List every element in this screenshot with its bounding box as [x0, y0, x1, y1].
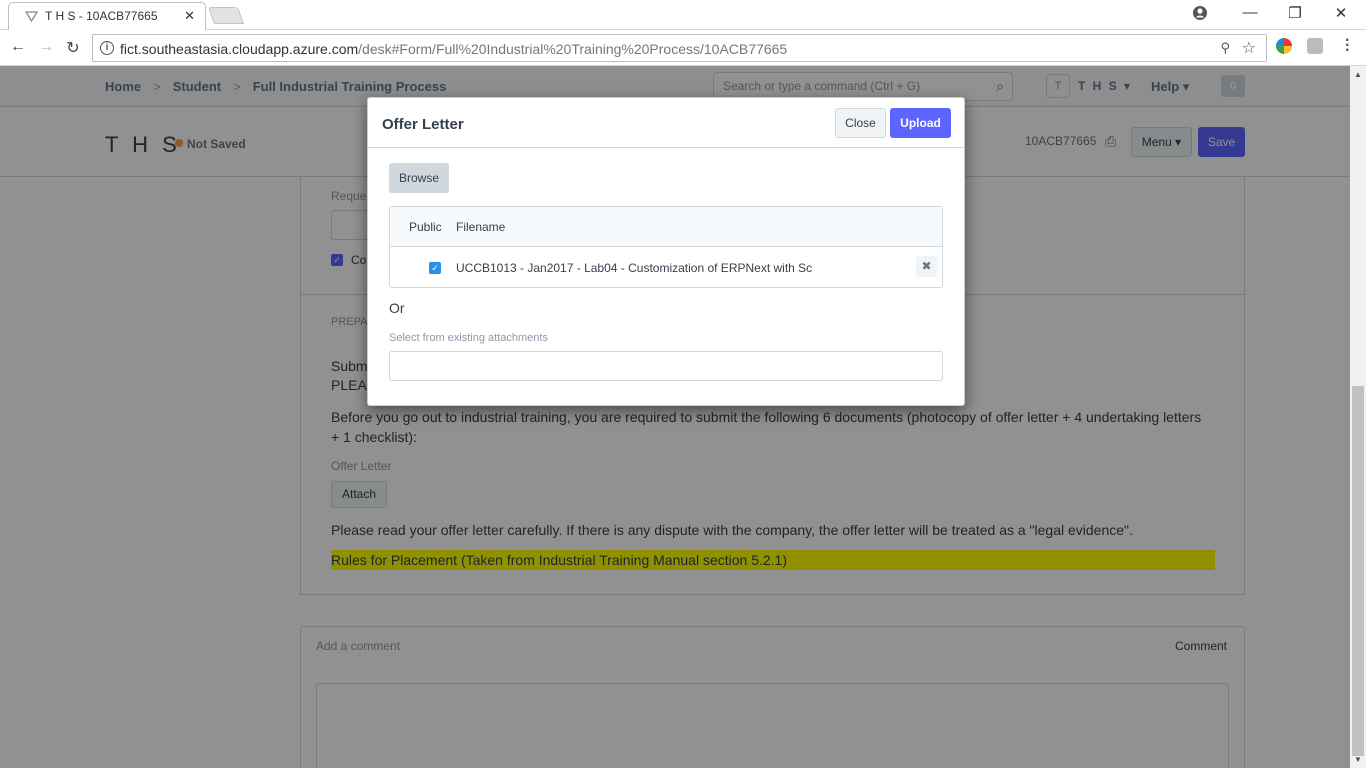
- or-text: Or: [389, 300, 405, 316]
- public-checkbox[interactable]: ✓: [429, 262, 441, 274]
- browser-toolbar: ← → ↻ i fict.southeastasia.cloudapp.azur…: [0, 30, 1366, 66]
- existing-attachments-label: Select from existing attachments: [389, 332, 548, 344]
- restore-icon[interactable]: ❐: [1272, 4, 1318, 22]
- scrollbar-thumb[interactable]: [1352, 386, 1364, 756]
- extension-icon[interactable]: [1276, 38, 1292, 54]
- column-public: Public: [409, 220, 442, 234]
- table-header: Public Filename: [390, 207, 942, 247]
- address-field[interactable]: i fict.southeastasia.cloudapp.azure.com/…: [92, 34, 1267, 62]
- page-scrollbar[interactable]: ▲ ▼: [1350, 66, 1366, 768]
- existing-attachments-select[interactable]: [389, 351, 943, 381]
- scroll-down-icon[interactable]: ▼: [1354, 755, 1362, 764]
- tab-title: T H S - 10ACB77665: [45, 9, 158, 23]
- new-tab-button[interactable]: [207, 7, 245, 24]
- window-close-icon[interactable]: ✕: [1318, 4, 1364, 22]
- browse-button[interactable]: Browse: [389, 163, 449, 193]
- browser-tab-strip: T H S - 10ACB77665 ✕ — ❐ ✕: [0, 0, 1366, 30]
- modal-title: Offer Letter: [382, 116, 464, 133]
- file-name: UCCB1013 - Jan2017 - Lab04 - Customizati…: [456, 261, 813, 275]
- profile-icon[interactable]: [1192, 5, 1208, 21]
- site-info-icon[interactable]: i: [100, 41, 114, 55]
- bookmark-star-icon[interactable]: ☆: [1242, 38, 1256, 58]
- key-icon[interactable]: ⚲: [1220, 40, 1230, 56]
- minimize-icon[interactable]: —: [1227, 4, 1273, 21]
- browser-menu-icon[interactable]: · · ·: [1345, 33, 1350, 59]
- column-filename: Filename: [456, 220, 506, 234]
- url-text: fict.southeastasia.cloudapp.azure.com/de…: [120, 41, 788, 57]
- forward-icon[interactable]: →: [36, 38, 56, 56]
- favicon-icon: [25, 11, 38, 23]
- remove-file-icon[interactable]: ✖: [916, 256, 937, 277]
- back-icon[interactable]: ←: [8, 38, 28, 56]
- browser-tab[interactable]: T H S - 10ACB77665 ✕: [8, 2, 206, 30]
- extension-gear-icon[interactable]: [1307, 38, 1323, 54]
- close-button[interactable]: Close: [835, 108, 886, 138]
- reload-icon[interactable]: ↻: [63, 38, 83, 58]
- offer-letter-dialog: Offer Letter Close Upload Browse Public …: [367, 97, 965, 406]
- tab-close-icon[interactable]: ✕: [184, 8, 195, 24]
- file-table: Public Filename ✓ UCCB1013 - Jan2017 - L…: [389, 206, 943, 288]
- scroll-up-icon[interactable]: ▲: [1354, 70, 1362, 79]
- upload-button[interactable]: Upload: [890, 108, 951, 138]
- modal-header: Offer Letter Close Upload: [368, 98, 964, 148]
